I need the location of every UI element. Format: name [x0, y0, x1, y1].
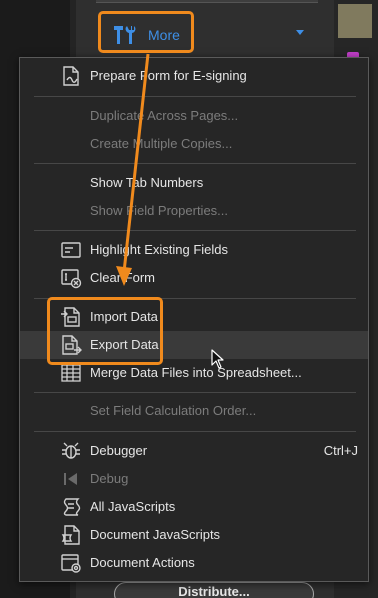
highlight-fields-icon — [61, 242, 81, 258]
chevron-down-icon[interactable] — [296, 30, 304, 35]
spreadsheet-icon — [61, 364, 81, 382]
distribute-button[interactable]: Distribute... — [114, 582, 314, 598]
doc-script-icon — [61, 525, 80, 545]
menu-item-document-actions[interactable]: Document Actions — [20, 549, 368, 577]
debug-icon — [64, 473, 77, 485]
menu-item-all-javascripts[interactable]: All JavaScripts — [20, 493, 368, 521]
menu-separator — [34, 163, 356, 164]
more-button-highlight — [98, 11, 194, 53]
script-icon — [63, 498, 81, 516]
clear-form-icon — [61, 269, 82, 289]
menu-item-show-tab-numbers[interactable]: Show Tab Numbers — [20, 169, 368, 197]
bug-icon — [62, 442, 80, 459]
menu-item-set-field-calc[interactable]: Set Field Calculation Order... — [20, 397, 368, 425]
shortcut-label: Ctrl+J — [323, 443, 358, 458]
mouse-cursor-icon — [211, 349, 224, 369]
menu-item-prepare-form[interactable]: Prepare Form for E-signing — [20, 62, 368, 90]
menu-item-duplicate-pages[interactable]: Duplicate Across Pages... — [20, 102, 368, 130]
import-export-highlight — [47, 297, 163, 365]
menu-item-debugger[interactable]: Debugger Ctrl+J — [20, 437, 368, 465]
page-thumbnail[interactable] — [338, 4, 372, 38]
menu-item-create-copies[interactable]: Create Multiple Copies... — [20, 130, 368, 158]
doc-actions-icon — [61, 554, 81, 573]
e-sign-icon — [63, 66, 79, 86]
menu-item-clear-form[interactable]: Clear Form — [20, 264, 368, 292]
menu-separator — [34, 230, 356, 231]
menu-separator — [34, 392, 356, 393]
menu-item-show-field-properties[interactable]: Show Field Properties... — [20, 197, 368, 225]
panel-top-field — [96, 0, 318, 3]
menu-separator — [34, 96, 356, 97]
menu-item-highlight-fields[interactable]: Highlight Existing Fields — [20, 236, 368, 264]
menu-item-document-javascripts[interactable]: Document JavaScripts — [20, 521, 368, 549]
menu-separator — [34, 431, 356, 432]
menu-item-debug[interactable]: Debug — [20, 465, 368, 493]
